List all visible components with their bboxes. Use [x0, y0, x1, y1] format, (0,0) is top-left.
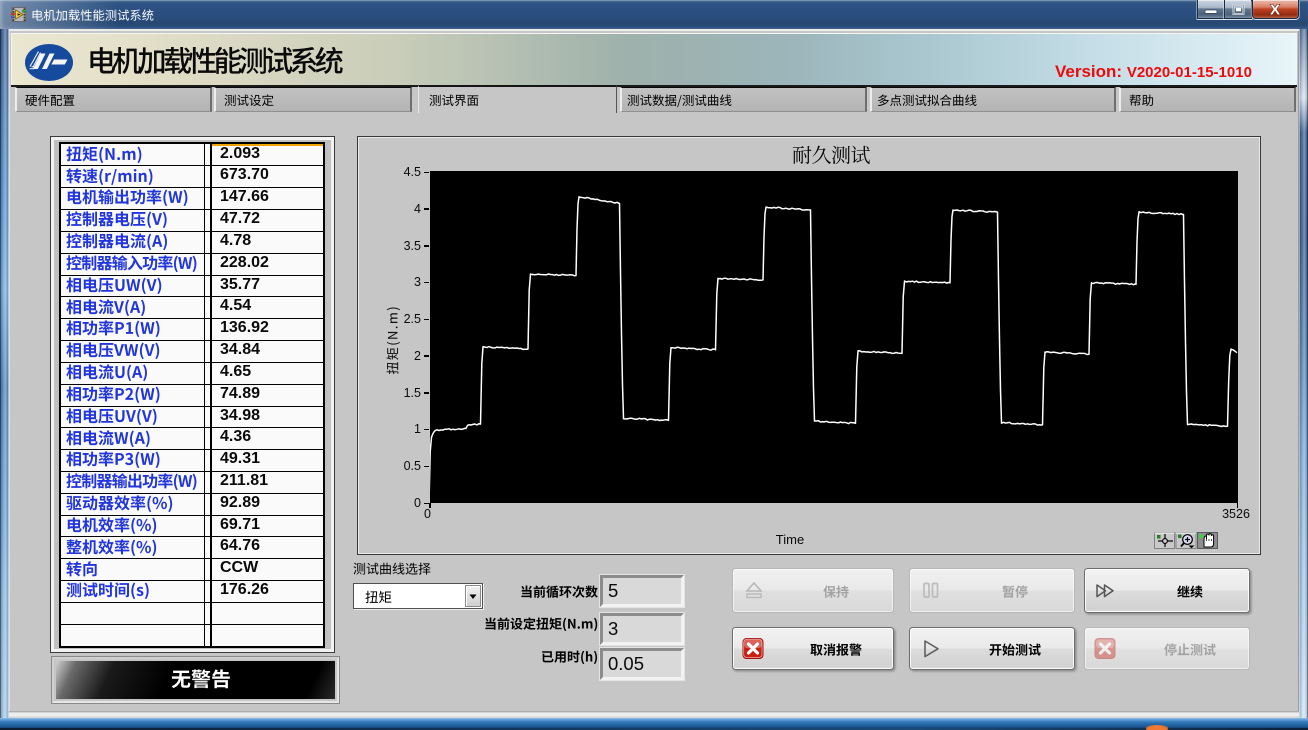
svg-text:X: X	[1270, 2, 1280, 19]
